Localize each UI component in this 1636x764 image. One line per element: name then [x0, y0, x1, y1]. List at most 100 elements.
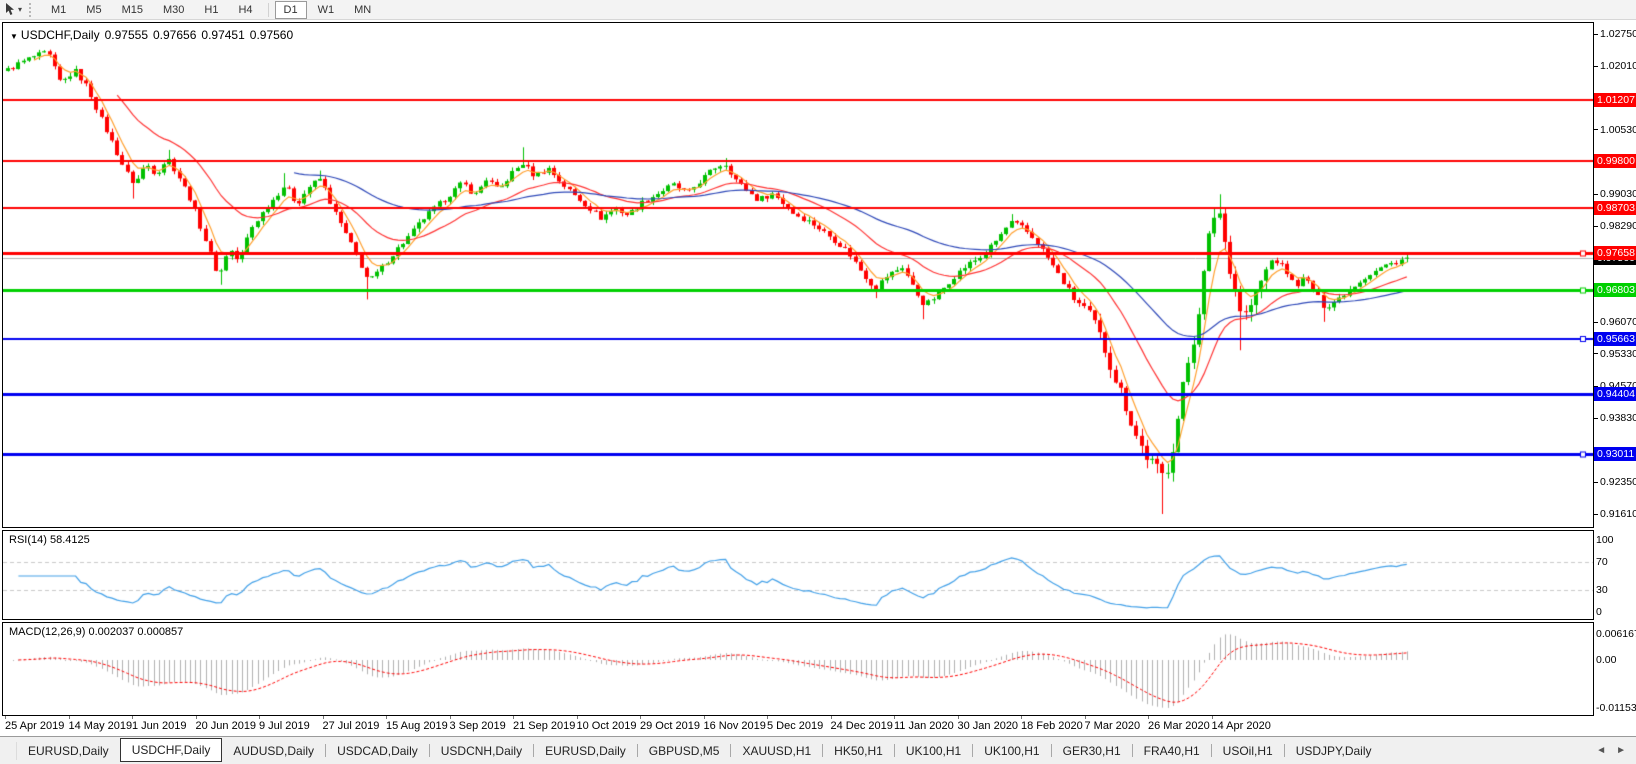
- macd-axis-tick: 0.006167: [1596, 628, 1636, 641]
- date-label: 16 Nov 2019: [703, 720, 766, 732]
- chart-tab-xauusd-h1[interactable]: XAUUSD,H1: [731, 740, 822, 762]
- chart-tab-usdchf-daily[interactable]: USDCHF,Daily: [119, 738, 223, 762]
- date-label: 11 Jan 2020: [894, 720, 954, 732]
- ohlc-low: 0.97451: [201, 28, 245, 42]
- macd-canvas[interactable]: [3, 623, 1593, 715]
- price-tick: 0.91610: [1594, 508, 1636, 520]
- price-tick: 0.92350: [1594, 476, 1636, 488]
- level-badge: 0.96803: [1594, 283, 1636, 298]
- price-tick: 0.93830: [1594, 412, 1636, 424]
- main-chart-pane: ▼ USDCHF,Daily 0.97555 0.97656 0.97451 0.9756…: [2, 22, 1594, 528]
- timeframe-button-d1[interactable]: D1: [274, 0, 307, 19]
- ohlc-close: 0.97560: [249, 28, 294, 42]
- chart-tab-hk50-h1[interactable]: HK50,H1: [823, 740, 894, 762]
- rsi-axis-tick: 100: [1596, 534, 1614, 546]
- date-tick: [576, 716, 578, 719]
- price-tick: 1.02750: [1594, 28, 1636, 40]
- timeframe-button-h4[interactable]: H4: [229, 1, 261, 19]
- chart-tab-eurusd-daily[interactable]: EURUSD,Daily: [17, 740, 120, 762]
- date-tick: [68, 716, 70, 719]
- chart-tab-bar: EURUSD,Daily USDCHF,Daily AUDUSD,Daily USDC…: [0, 736, 1636, 764]
- price-tick: 0.95330: [1594, 348, 1636, 360]
- date-tick: [259, 716, 260, 719]
- date-label: 24 Dec 2019: [830, 720, 893, 732]
- price-tick: 1.02010: [1594, 60, 1636, 72]
- chart-tab-ger30-h1[interactable]: GER30,H1: [1052, 740, 1132, 762]
- date-tick: [767, 716, 768, 719]
- date-tick: [957, 716, 959, 719]
- date-tick: [1021, 716, 1022, 719]
- collapse-triangle-icon[interactable]: ▼: [10, 32, 18, 41]
- rsi-axis-tick: 70: [1596, 555, 1608, 568]
- date-label: 9 Jul 2019: [259, 720, 310, 732]
- timeframe-button-m30[interactable]: M30: [154, 1, 193, 19]
- date-label: 27 Jul 2019: [322, 720, 380, 732]
- cursor-tool-icon[interactable]: [3, 3, 17, 17]
- rsi-axis-tick: 0: [1596, 606, 1602, 618]
- price-tick: 0.99030: [1594, 188, 1636, 200]
- trading-terminal: ▾ M1 M5 M15 M30 H1 H4 D1 W1 MN ▼ USDCHF,Daily 0.97…: [0, 0, 1636, 764]
- timeframe-button-m1[interactable]: M1: [42, 1, 75, 19]
- chart-tabs: EURUSD,Daily USDCHF,Daily AUDUSD,Daily USDC…: [17, 738, 1383, 762]
- timeframe-button-m5[interactable]: M5: [77, 1, 110, 19]
- rsi-pane: RSI(14) 58.4125: [2, 530, 1594, 620]
- price-tick: 0.98290: [1594, 220, 1636, 232]
- date-tick: [703, 716, 705, 719]
- date-label: 14 May 2019: [68, 720, 133, 732]
- chart-tab-usdcad-daily[interactable]: USDCAD,Daily: [326, 740, 429, 762]
- chart-tab-usdjpy-daily[interactable]: USDJPY,Daily: [1285, 740, 1383, 762]
- date-tick: [894, 716, 895, 719]
- chart-title: ▼ USDCHF,Daily 0.97555 0.97656 0.97451 0.9756…: [10, 28, 298, 42]
- timeframe-buttons: M1 M5 M15 M30 H1 H4 D1 W1 MN: [41, 0, 381, 19]
- date-tick: [1211, 716, 1213, 719]
- toolbar-separator: [267, 2, 269, 17]
- macd-axis-tick: 0.00: [1596, 654, 1617, 666]
- timeframe-button-h1[interactable]: H1: [195, 1, 227, 19]
- date-tick: [195, 716, 197, 719]
- level-badge: 1.01207: [1594, 93, 1636, 108]
- dropdown-caret-icon[interactable]: ▾: [18, 5, 22, 14]
- price-chart-canvas[interactable]: [3, 23, 1593, 527]
- timeframe-button-mn[interactable]: MN: [345, 1, 380, 19]
- date-label: 21 Sep 2019: [513, 720, 576, 732]
- date-tick: [513, 716, 514, 719]
- date-label: 10 Oct 2019: [576, 720, 637, 732]
- date-label: 1 Jun 2019: [132, 720, 187, 732]
- date-label: 5 Dec 2019: [767, 720, 824, 732]
- date-tick: [132, 716, 133, 719]
- toolbar-drag-grip: [29, 2, 34, 17]
- level-badge: 0.98703: [1594, 201, 1636, 216]
- tabs-scroll-left-icon[interactable]: ◄: [1596, 745, 1606, 756]
- rsi-label: RSI(14) 58.4125: [9, 534, 90, 546]
- date-label: 15 Aug 2019: [386, 720, 448, 732]
- chart-tab-usoil-h1[interactable]: USOil,H1: [1212, 740, 1284, 762]
- symbol-label: USDCHF,Daily: [20, 28, 100, 42]
- tab-bar-lead: [0, 741, 17, 760]
- date-label: 20 Jun 2019: [195, 720, 257, 732]
- macd-pane: MACD(12,26,9) 0.002037 0.000857: [2, 622, 1594, 716]
- level-badge: 0.93011: [1594, 446, 1636, 461]
- chart-tab-fra40-h1[interactable]: FRA40,H1: [1133, 740, 1211, 762]
- chart-tab-gbpusd-m5[interactable]: GBPUSD,M5: [638, 740, 731, 762]
- timeframe-button-m15[interactable]: M15: [113, 1, 152, 19]
- tab-scroll-controls: ◄ ►: [1596, 745, 1636, 756]
- tabs-scroll-right-icon[interactable]: ►: [1616, 745, 1626, 756]
- date-tick: [322, 716, 324, 719]
- chart-tab-usdcnh-daily[interactable]: USDCNH,Daily: [430, 740, 533, 762]
- price-tick: 1.00530: [1594, 124, 1636, 136]
- macd-label: MACD(12,26,9) 0.002037 0.000857: [9, 626, 184, 638]
- chart-tab-eurusd-daily[interactable]: EURUSD,Daily: [534, 740, 637, 762]
- date-label: 30 Jan 2020: [957, 720, 1019, 732]
- timeframe-button-w1[interactable]: W1: [309, 1, 344, 19]
- ohlc-high: 0.97656: [153, 28, 197, 42]
- date-tick: [640, 716, 641, 719]
- date-label: 29 Oct 2019: [640, 720, 700, 732]
- price-tick: 0.96070: [1594, 316, 1636, 328]
- date-tick: [1084, 716, 1086, 719]
- date-label: 14 Apr 2020: [1211, 720, 1271, 732]
- chart-tab-uk100-h1[interactable]: UK100,H1: [895, 740, 972, 762]
- rsi-canvas[interactable]: [3, 531, 1593, 619]
- chart-tab-audusd-daily[interactable]: AUDUSD,Daily: [222, 740, 325, 762]
- date-axis: 25 Apr 2019 14 May 2019 1 Jun 2019 20 Jun 2…: [2, 716, 1594, 736]
- chart-tab-uk100-h1[interactable]: UK100,H1: [973, 740, 1050, 762]
